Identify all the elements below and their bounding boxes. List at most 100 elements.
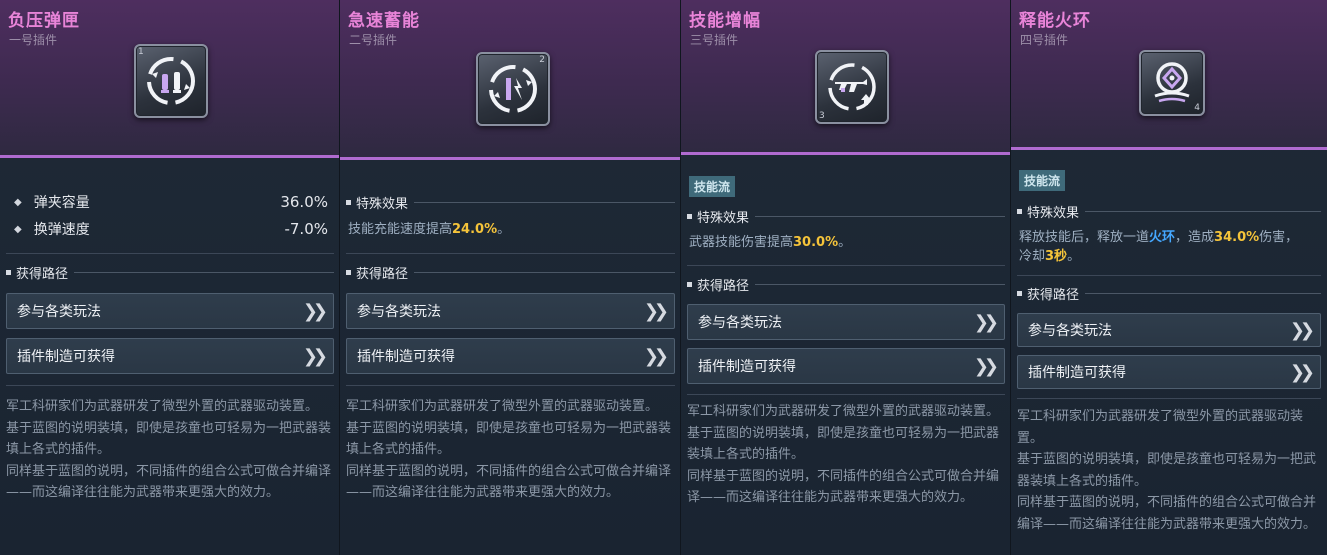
route-button-gameplay[interactable]: 参与各类玩法 ❯❯ (1017, 313, 1321, 347)
double-chevron-right-icon: ❯❯ (643, 300, 669, 322)
effect-value: 34.0% (1214, 230, 1260, 245)
description-line: 军工科研家们为武器研发了微型外置的武器驱动装置。 (687, 404, 1000, 419)
route-button-gameplay[interactable]: 参与各类玩法 ❯❯ (6, 293, 334, 329)
slot-number: 3 (819, 111, 825, 121)
square-bullet-icon (1017, 208, 1022, 214)
stat-label: 换弹速度 (33, 222, 90, 238)
button-label: 插件制造可获得 (357, 349, 455, 365)
divider (755, 283, 1005, 285)
button-label: 插件制造可获得 (17, 349, 115, 365)
plugin-card-4: 释能火环 四号插件 4 技能流 特殊效果 释放技能后，释放一道火环，造成34.0… (1011, 0, 1327, 555)
route-button-crafting[interactable]: 插件制造可获得 ❯❯ (687, 348, 1005, 384)
square-bullet-icon (687, 281, 692, 287)
double-chevron-right-icon: ❯❯ (1289, 361, 1315, 383)
route-section-header: 获得路径 (687, 275, 1005, 294)
square-bullet-icon (1017, 290, 1022, 296)
slot-number: 1 (138, 47, 144, 57)
effect-section-header: 特殊效果 (346, 193, 675, 212)
effect-value: 24.0% (452, 222, 498, 237)
divider (6, 253, 334, 254)
section-label: 获得路径 (697, 278, 750, 294)
card-header: 释能火环 四号插件 4 (1011, 0, 1327, 150)
section-label: 特殊效果 (356, 196, 409, 212)
effect-section-header: 特殊效果 (1017, 202, 1321, 221)
plugin-title: 负压弹匣 (8, 11, 80, 31)
effect-suffix: 。 (838, 235, 852, 250)
divider (346, 253, 675, 254)
plugin-slot-label: 二号插件 (349, 33, 398, 47)
cooldown-value: 3秒 (1045, 249, 1068, 264)
card-header: 急速蓄能 二号插件 2 (340, 0, 681, 160)
card-header: 技能增幅 三号插件 3 (681, 0, 1011, 155)
plugin-slot-label: 一号插件 (9, 33, 58, 47)
route-button-crafting[interactable]: 插件制造可获得 ❯❯ (346, 338, 675, 374)
charge-cycle-icon: 2 (476, 52, 550, 126)
description-line: 军工科研家们为武器研发了微型外置的武器驱动装置。 (1017, 409, 1304, 446)
plugin-title: 释能火环 (1019, 11, 1091, 31)
button-label: 参与各类玩法 (1028, 323, 1112, 339)
description-line: 基于蓝图的说明装填，即使是孩童也可轻易为一把武器装填上各式的插件。 (346, 420, 672, 458)
effect-prefix: 技能充能速度提高 (348, 222, 453, 237)
button-label: 参与各类玩法 (17, 304, 101, 320)
effect-text: 技能充能速度提高24.0%。 (348, 220, 671, 240)
route-section-header: 获得路径 (346, 263, 675, 282)
divider (74, 271, 334, 273)
double-chevron-right-icon: ❯❯ (973, 311, 999, 333)
effect-mid: ，造成 (1175, 230, 1215, 245)
plugin-card-3: 技能增幅 三号插件 3 技能流 特殊效果 武器技能伤害提高30.0%。 获得路径… (681, 0, 1011, 555)
double-chevron-right-icon: ❯❯ (643, 345, 669, 367)
route-button-crafting[interactable]: 插件制造可获得 ❯❯ (6, 338, 334, 374)
ammo-cycle-icon: 1 (134, 44, 208, 118)
plugin-description: 军工科研家们为武器研发了微型外置的武器驱动装置。 基于蓝图的说明装填，即使是孩童… (687, 401, 1003, 509)
plugin-card-1: 负压弹匣 一号插件 1 ◆ 弹夹容量 36.0% ◆ 换弹速度 -7.0% 获得… (0, 0, 340, 555)
divider (414, 271, 675, 273)
square-bullet-icon (346, 269, 351, 275)
bullet-icon: ◆ (14, 223, 22, 235)
divider (346, 385, 675, 386)
button-label: 参与各类玩法 (698, 315, 782, 331)
divider (1017, 398, 1321, 399)
description-line: 同样基于蓝图的说明，不同插件的组合公式可做合并编译——而这编译往往能为武器带来更… (6, 463, 332, 501)
fire-ring-icon: 4 (1139, 50, 1205, 116)
effect-value: 30.0% (793, 235, 839, 250)
category-tag: 技能流 (1019, 170, 1066, 191)
route-button-crafting[interactable]: 插件制造可获得 ❯❯ (1017, 355, 1321, 389)
stat-value: 36.0% (280, 193, 328, 211)
effect-suffix: 伤害， (1259, 230, 1299, 245)
square-bullet-icon (346, 199, 351, 205)
stat-row: ◆ 换弹速度 -7.0% (14, 219, 328, 239)
card-header: 负压弹匣 一号插件 1 (0, 0, 340, 158)
category-tag: 技能流 (689, 176, 736, 197)
plugin-description: 军工科研家们为武器研发了微型外置的武器驱动装置。 基于蓝图的说明装填，即使是孩童… (346, 396, 673, 504)
divider (414, 201, 675, 203)
button-label: 插件制造可获得 (698, 359, 796, 375)
stat-row: ◆ 弹夹容量 36.0% (14, 192, 328, 212)
description-line: 基于蓝图的说明装填，即使是孩童也可轻易为一把武器装填上各式的插件。 (1017, 452, 1317, 489)
effect-prefix: 释放技能后，释放一道 (1019, 230, 1150, 245)
cooldown-prefix: 冷却 (1019, 249, 1046, 264)
divider (1085, 292, 1321, 294)
divider (1017, 275, 1321, 276)
square-bullet-icon (6, 269, 11, 275)
section-label: 获得路径 (16, 266, 69, 282)
route-button-gameplay[interactable]: 参与各类玩法 ❯❯ (346, 293, 675, 329)
cooldown-suffix: 。 (1067, 249, 1081, 264)
divider (687, 394, 1005, 395)
description-line: 同样基于蓝图的说明，不同插件的组合公式可做合并编译——而这编译往往能为武器带来更… (1017, 495, 1317, 532)
route-section-header: 获得路径 (6, 263, 334, 282)
description-line: 同样基于蓝图的说明，不同插件的组合公式可做合并编译——而这编译往往能为武器带来更… (346, 463, 672, 501)
effect-section-header: 特殊效果 (687, 207, 1005, 226)
plugin-card-2: 急速蓄能 二号插件 2 特殊效果 技能充能速度提高24.0%。 获得路径 参与各… (340, 0, 681, 555)
divider (1085, 210, 1321, 212)
double-chevron-right-icon: ❯❯ (1289, 319, 1315, 341)
button-label: 参与各类玩法 (357, 304, 441, 320)
section-label: 特殊效果 (1027, 205, 1080, 221)
slot-number: 2 (539, 55, 545, 65)
plugin-title: 技能增幅 (689, 11, 761, 31)
route-button-gameplay[interactable]: 参与各类玩法 ❯❯ (687, 304, 1005, 340)
section-label: 特殊效果 (697, 210, 750, 226)
description-line: 基于蓝图的说明装填，即使是孩童也可轻易为一把武器装填上各式的插件。 (6, 420, 332, 458)
bullet-icon: ◆ (14, 196, 22, 208)
double-chevron-right-icon: ❯❯ (302, 300, 328, 322)
plugin-description: 军工科研家们为武器研发了微型外置的武器驱动装置。 基于蓝图的说明装填，即使是孩童… (6, 396, 332, 504)
